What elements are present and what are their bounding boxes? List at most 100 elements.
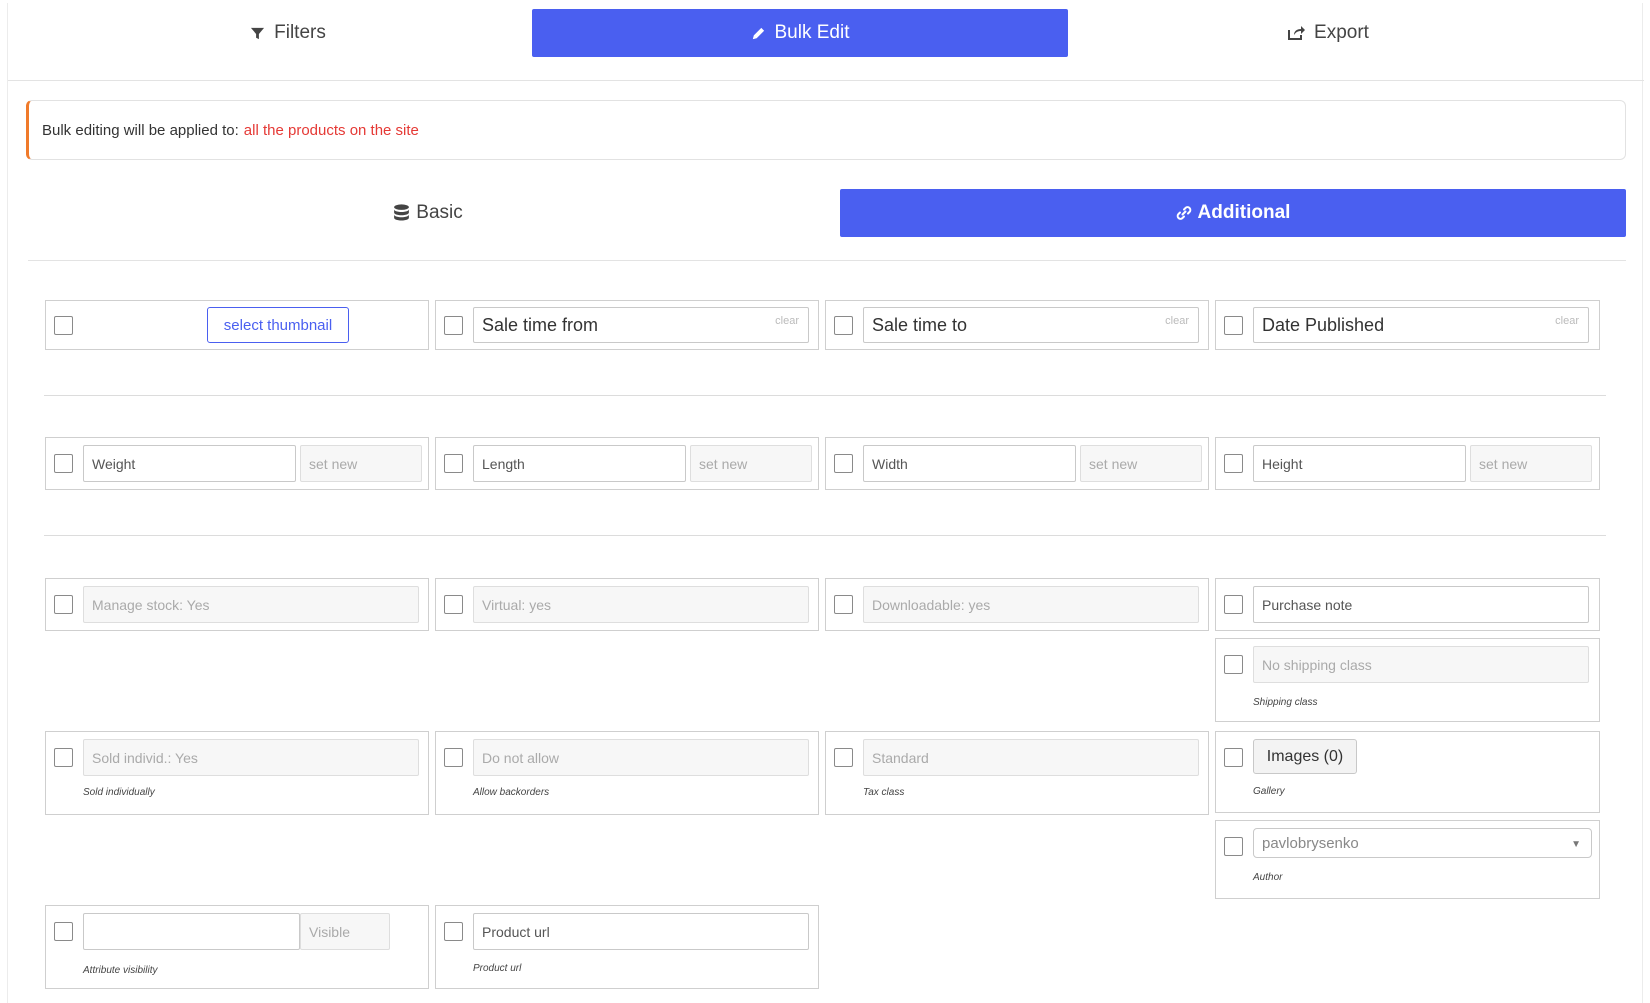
weight-input[interactable]: Weight [83,445,296,482]
virtual-select[interactable]: Virtual: yes [473,586,809,623]
width-set-new[interactable]: set new [1080,445,1202,482]
sale-time-to-field: Sale time to clear [825,300,1209,350]
author-select[interactable]: pavlobrysenko ▼ [1253,828,1592,858]
notice-prefix: Bulk editing will be applied to: [42,121,239,139]
backorders-select[interactable]: Do not allow [473,739,809,776]
sale-time-to-clear[interactable]: clear [1165,315,1189,327]
attribute-visibility-field: Visible Attribute visibility [45,905,429,989]
downloadable-select[interactable]: Downloadable: yes [863,586,1199,623]
tab-export[interactable]: Export [1068,9,1588,57]
export-icon [1288,26,1306,40]
divider-2 [44,535,1606,536]
date-published-clear[interactable]: clear [1555,315,1579,327]
author-field: pavlobrysenko ▼ Author [1215,820,1600,899]
notice-target: all the products on the site [243,121,419,139]
manage-stock-checkbox[interactable] [54,595,73,614]
tax-class-note: Tax class [863,787,905,798]
backorders-field: Do not allow Allow backorders [435,731,819,815]
product-url-checkbox[interactable] [444,922,463,941]
height-input[interactable]: Height [1253,445,1466,482]
shipping-class-field: No shipping class Shipping class [1215,638,1600,722]
purchase-note-field: Purchase note [1215,578,1600,631]
attribute-visible-select[interactable]: Visible [300,913,390,950]
weight-checkbox[interactable] [54,454,73,473]
sold-individually-note: Sold individually [83,787,155,798]
product-url-field: Product url Product url [435,905,819,989]
gallery-checkbox[interactable] [1224,748,1243,767]
length-input[interactable]: Length [473,445,686,482]
downloadable-field: Downloadable: yes [825,578,1209,631]
height-checkbox[interactable] [1224,454,1243,473]
tab-export-label: Export [1314,22,1369,43]
tax-class-checkbox[interactable] [834,748,853,767]
tab-filters[interactable]: Filters [38,9,538,57]
downloadable-checkbox[interactable] [834,595,853,614]
date-published-checkbox[interactable] [1224,316,1243,335]
tab-additional-label: Additional [1197,202,1291,223]
sale-time-from-checkbox[interactable] [444,316,463,335]
tab-basic-label: Basic [416,202,463,223]
images-button[interactable]: Images (0) [1253,739,1357,774]
sold-individually-checkbox[interactable] [54,748,73,767]
height-set-new[interactable]: set new [1470,445,1592,482]
author-note: Author [1253,872,1283,883]
top-tabs: Filters Bulk Edit Export [8,3,1644,81]
author-checkbox[interactable] [1224,837,1243,856]
weight-set-new[interactable]: set new [300,445,422,482]
purchase-note-input[interactable]: Purchase note [1253,586,1589,623]
backorders-checkbox[interactable] [444,748,463,767]
attribute-visibility-note: Attribute visibility [83,965,158,976]
gallery-note: Gallery [1253,786,1285,797]
sale-time-from-field: Sale time from clear [435,300,819,350]
gallery-field: Images (0) Gallery [1215,731,1600,813]
tax-class-select[interactable]: Standard [863,739,1199,776]
shipping-class-select[interactable]: No shipping class [1253,646,1589,683]
purchase-note-checkbox[interactable] [1224,595,1243,614]
shipping-class-checkbox[interactable] [1224,655,1243,674]
virtual-checkbox[interactable] [444,595,463,614]
sale-time-from-input[interactable]: Sale time from clear [473,307,809,343]
link-icon [1176,206,1191,220]
tax-class-field: Standard Tax class [825,731,1209,815]
width-checkbox[interactable] [834,454,853,473]
bulk-edit-panel: Filters Bulk Edit Export Bulk editing wi… [7,3,1644,1003]
length-field: Length set new [435,437,819,490]
tab-bulk-edit-label: Bulk Edit [774,22,850,43]
length-set-new[interactable]: set new [690,445,812,482]
length-checkbox[interactable] [444,454,463,473]
width-input[interactable]: Width [863,445,1076,482]
date-published-input[interactable]: Date Published clear [1253,307,1589,343]
manage-stock-select[interactable]: Manage stock: Yes [83,586,419,623]
database-icon [394,203,410,220]
divider-1 [44,395,1606,396]
sold-individually-field: Sold individ.: Yes Sold individually [45,731,429,815]
attribute-input[interactable] [83,913,300,950]
backorders-note: Allow backorders [473,787,550,798]
sale-time-to-checkbox[interactable] [834,316,853,335]
pencil-icon [752,27,764,39]
filter-icon [251,27,265,39]
sale-time-to-input[interactable]: Sale time to clear [863,307,1199,343]
sale-time-from-placeholder: Sale time from [482,314,599,335]
thumbnail-checkbox[interactable] [54,316,73,335]
tab-basic[interactable]: Basic [28,189,828,237]
attribute-visibility-checkbox[interactable] [54,922,73,941]
height-field: Height set new [1215,437,1600,490]
chevron-down-icon: ▼ [1571,839,1581,850]
date-published-field: Date Published clear [1215,300,1600,350]
product-url-input[interactable]: Product url [473,913,809,950]
select-thumbnail-button[interactable]: select thumbnail [207,307,349,343]
bulk-edit-notice: Bulk editing will be applied to: all the… [26,100,1626,160]
weight-field: Weight set new [45,437,429,490]
thumbnail-field: select thumbnail [45,300,429,350]
virtual-field: Virtual: yes [435,578,819,631]
product-url-note: Product url [473,963,522,974]
sale-time-from-clear[interactable]: clear [775,315,799,327]
author-select-value: pavlobrysenko [1262,834,1359,852]
sold-individually-select[interactable]: Sold individ.: Yes [83,739,419,776]
shipping-class-note: Shipping class [1253,697,1318,708]
width-field: Width set new [825,437,1209,490]
tab-bulk-edit[interactable]: Bulk Edit [532,9,1068,57]
tab-additional[interactable]: Additional [840,189,1626,237]
sale-time-to-placeholder: Sale time to [872,314,968,335]
